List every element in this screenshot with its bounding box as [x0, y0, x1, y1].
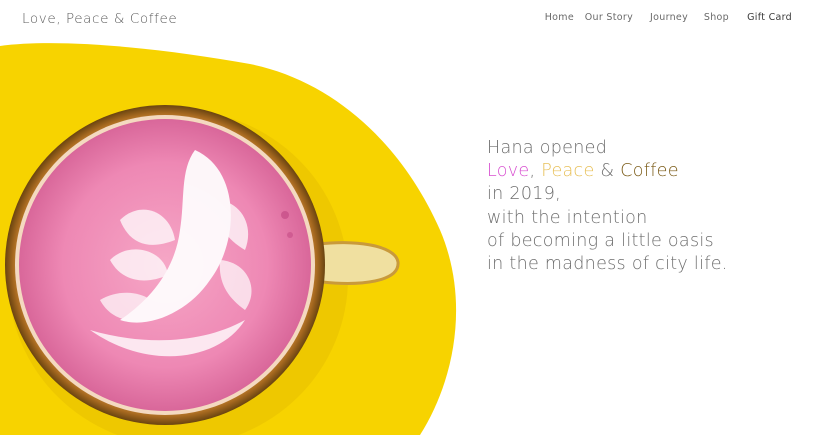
intro-text: Hana opened Love, Peace & Coffee in 2019…	[487, 137, 728, 276]
brand-word-peace: Peace	[541, 161, 595, 182]
intro-line-1: Hana opened	[487, 138, 608, 158]
intro-line-3: in 2019,	[487, 184, 562, 205]
brand-separator-2: &	[594, 161, 621, 182]
intro-line-6: in the madness of city life.	[487, 254, 728, 275]
brand-logo[interactable]: Love, Peace & Coffee	[22, 11, 177, 27]
brand-word-coffee: Coffee	[620, 161, 679, 182]
nav-gift-card[interactable]: Gift Card	[747, 12, 792, 23]
intro-line-4: with the intention	[487, 207, 648, 228]
brand-word-love: Love	[487, 161, 530, 182]
hero-latte-image	[0, 43, 457, 435]
intro-brand-line: Love, Peace & Coffee	[487, 160, 728, 183]
cup-handle-shape	[318, 241, 400, 285]
nav-journey[interactable]: Journey	[650, 12, 688, 23]
landing-page: Love, Peace & Coffee Home Our Story Jour…	[0, 0, 821, 435]
nav-shop[interactable]: Shop	[704, 12, 729, 23]
brand-separator-1: ,	[529, 161, 542, 182]
nav-home[interactable]: Home	[545, 12, 574, 23]
intro-line-5: of becoming a little oasis	[487, 230, 714, 251]
nav-our-story[interactable]: Our Story	[585, 12, 633, 23]
